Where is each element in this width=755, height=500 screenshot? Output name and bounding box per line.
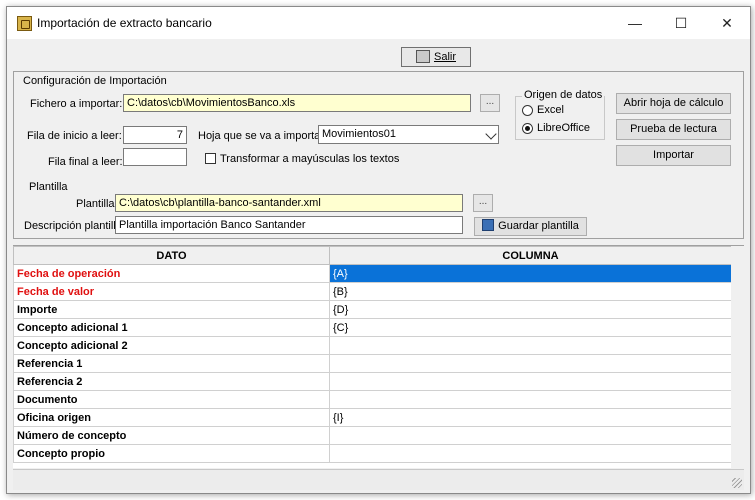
header-dato[interactable]: DATO: [13, 246, 330, 265]
settings-panel: Configuración de Importación Fichero a i…: [13, 71, 744, 239]
table-row[interactable]: Documento: [13, 390, 732, 409]
plantilla-browse-button[interactable]: ...: [473, 194, 493, 212]
status-bar: [13, 469, 744, 490]
guardar-plantilla-label: Guardar plantilla: [498, 220, 579, 232]
columna-cell[interactable]: [329, 390, 732, 409]
table-row[interactable]: Concepto propio: [13, 444, 732, 463]
exit-icon: [415, 49, 430, 63]
dato-cell[interactable]: Importe: [13, 300, 330, 319]
salir-button[interactable]: Salir: [401, 47, 471, 67]
plantilla-group-title: Plantilla: [29, 181, 68, 193]
chevron-down-icon: [485, 128, 497, 140]
fichero-label: Fichero a importar:: [30, 98, 123, 110]
header-row: DATO COLUMNA: [13, 246, 732, 265]
fichero-input[interactable]: C:\datos\cb\MovimientosBanco.xls: [123, 94, 471, 112]
minimize-button[interactable]: —: [612, 7, 658, 39]
config-group-title: Configuración de Importación: [23, 75, 167, 87]
fila-final-input[interactable]: [123, 148, 187, 166]
fila-inicio-input[interactable]: 7: [123, 126, 187, 144]
hoja-select-value: Movimientos01: [322, 128, 396, 140]
fichero-browse-button[interactable]: ...: [480, 94, 500, 112]
transformar-checkbox[interactable]: [205, 153, 216, 164]
columna-cell[interactable]: [329, 336, 732, 355]
dato-cell[interactable]: Referencia 1: [13, 354, 330, 373]
dato-cell[interactable]: Número de concepto: [13, 426, 330, 445]
grid-scrollbar[interactable]: [731, 246, 744, 468]
columna-cell[interactable]: {B}: [329, 282, 732, 301]
resize-grip-icon[interactable]: [732, 478, 742, 488]
dato-cell[interactable]: Concepto propio: [13, 444, 330, 463]
dato-cell[interactable]: Fecha de operación: [13, 264, 330, 283]
close-button[interactable]: ✕: [704, 7, 750, 39]
dato-cell[interactable]: Fecha de valor: [13, 282, 330, 301]
table-row[interactable]: Concepto adicional 1 {C}: [13, 318, 732, 337]
transformar-label: Transformar a mayúsculas los textos: [220, 153, 400, 165]
table-row[interactable]: Fecha de operación {A}: [13, 264, 732, 283]
fila-inicio-label: Fila de inicio a leer:: [27, 130, 122, 142]
table-row[interactable]: Referencia 2: [13, 372, 732, 391]
hoja-label: Hoja que se va a importar: [198, 130, 324, 142]
columna-cell[interactable]: [329, 426, 732, 445]
table-row[interactable]: Importe {D}: [13, 300, 732, 319]
guardar-plantilla-button[interactable]: Guardar plantilla: [474, 217, 587, 236]
plantilla-label: Plantilla:: [76, 198, 118, 210]
columna-cell[interactable]: {A}: [329, 264, 732, 283]
mapping-grid: DATO COLUMNA Fecha de operación {A} Fecha…: [13, 245, 744, 468]
columna-cell[interactable]: [329, 354, 732, 373]
hoja-select[interactable]: Movimientos01: [318, 125, 499, 144]
columna-cell[interactable]: {C}: [329, 318, 732, 337]
columna-cell[interactable]: {D}: [329, 300, 732, 319]
descripcion-label: Descripción plantilla: [24, 220, 122, 232]
prueba-lectura-button[interactable]: Prueba de lectura: [616, 119, 731, 140]
dato-cell[interactable]: Concepto adicional 2: [13, 336, 330, 355]
table-row[interactable]: Oficina origen {I}: [13, 408, 732, 427]
columna-cell[interactable]: [329, 444, 732, 463]
dato-cell[interactable]: Oficina origen: [13, 408, 330, 427]
save-icon: [482, 219, 495, 232]
fila-final-label: Fila final a leer:: [48, 156, 123, 168]
table-row[interactable]: Número de concepto: [13, 426, 732, 445]
salir-label: Salir: [433, 51, 456, 63]
columna-cell[interactable]: {I}: [329, 408, 732, 427]
app-icon: [17, 16, 32, 31]
maximize-button[interactable]: ☐: [658, 7, 704, 39]
abrir-hoja-button[interactable]: Abrir hoja de cálculo: [616, 93, 731, 114]
window-title: Importación de extracto bancario: [37, 16, 212, 30]
dato-cell[interactable]: Referencia 2: [13, 372, 330, 391]
dato-cell[interactable]: Concepto adicional 1: [13, 318, 330, 337]
dato-cell[interactable]: Documento: [13, 390, 330, 409]
excel-label: Excel: [537, 104, 564, 116]
descripcion-input[interactable]: Plantilla importación Banco Santander: [115, 216, 463, 234]
table-row[interactable]: Fecha de valor {B}: [13, 282, 732, 301]
import-window: Importación de extracto bancario — ☐ ✕ S…: [6, 6, 751, 494]
libreoffice-radio[interactable]: [522, 123, 533, 134]
origen-title: Origen de datos: [522, 89, 605, 101]
importar-button[interactable]: Importar: [616, 145, 731, 166]
excel-radio[interactable]: [522, 105, 533, 116]
table-row[interactable]: Concepto adicional 2: [13, 336, 732, 355]
header-columna[interactable]: COLUMNA: [329, 246, 732, 265]
title-bar: Importación de extracto bancario — ☐ ✕: [7, 7, 750, 39]
columna-cell[interactable]: [329, 372, 732, 391]
table-row[interactable]: Referencia 1: [13, 354, 732, 373]
mapping-table: DATO COLUMNA Fecha de operación {A} Fecha…: [13, 246, 732, 463]
plantilla-input[interactable]: C:\datos\cb\plantilla-banco-santander.xm…: [115, 194, 463, 212]
libreoffice-label: LibreOffice: [537, 122, 590, 134]
